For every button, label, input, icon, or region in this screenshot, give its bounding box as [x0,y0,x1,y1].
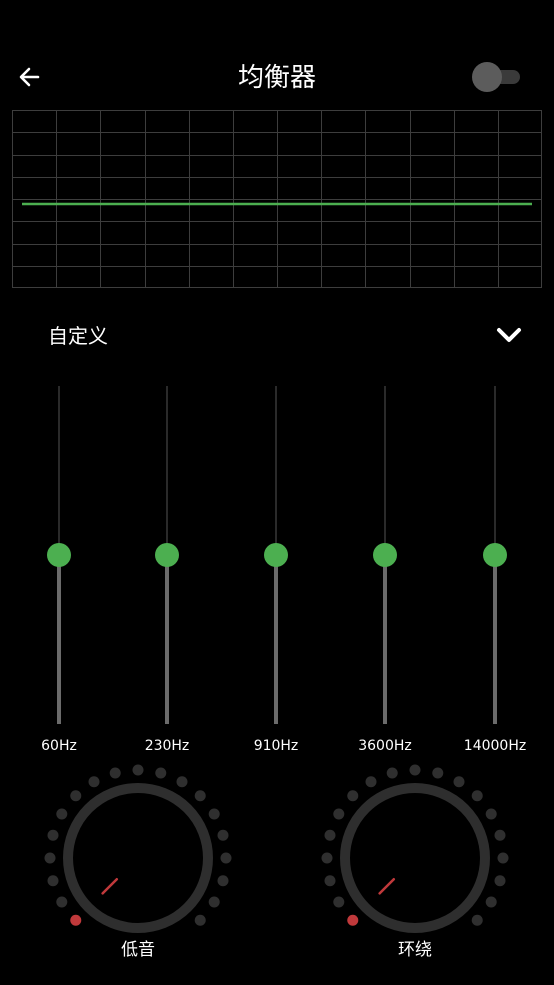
knob-level-dot [485,808,497,820]
knob-level-dot [347,790,359,802]
band-frequency-label: 60Hz [41,738,77,754]
knob-level-dot [365,776,377,788]
band-thumb[interactable] [264,543,288,567]
knob-level-dot [155,767,167,779]
band-thumb[interactable] [483,543,507,567]
knob-level-dot [321,852,333,864]
toggle-knob [472,62,502,92]
knob-level-dot [409,764,421,776]
knob-level-dot [194,790,206,802]
surround-knob[interactable] [315,758,515,958]
band-slider-60hz[interactable]: 60Hz [19,386,99,766]
eq-grid [12,110,542,288]
knob-level-dot [109,767,121,779]
knob-level-dot [494,829,506,841]
band-slider-230hz[interactable]: 230Hz [127,386,207,766]
bass-knob[interactable] [38,758,238,958]
page-title: 均衡器 [237,63,316,93]
knob-level-dot [56,808,68,820]
knob-level-dot [324,829,336,841]
preset-label: 自定义 [48,324,108,348]
band-fill [383,555,387,724]
knob-level-dot [208,896,220,908]
bass-knob-dial [44,764,232,933]
knob-level-dot [432,767,444,779]
band-thumb[interactable] [47,543,71,567]
knob-level-dot [497,852,509,864]
chevron-down-icon [497,328,521,342]
knob-level-dot [324,875,336,887]
bass-knob-ring [63,783,213,933]
knob-level-dot [56,896,68,908]
bass-label: 低音 [121,940,155,960]
eq-response-graph [12,110,542,288]
knob-level-dot [70,790,82,802]
band-thumb[interactable] [155,543,179,567]
band-frequency-label: 3600Hz [358,738,412,754]
knob-level-dot [347,914,359,926]
knob-level-dot [220,852,232,864]
knob-level-dot [132,764,144,776]
knob-level-dot [194,914,206,926]
band-frequency-label: 14000Hz [463,738,527,754]
knob-level-dot [88,776,100,788]
band-fill [165,555,169,724]
band-fill [57,555,61,724]
preset-selector[interactable]: 自定义 [0,310,554,356]
band-slider-3600hz[interactable]: 3600Hz [345,386,425,766]
band-slider-910hz[interactable]: 910Hz [236,386,316,766]
knob-level-dot [70,914,82,926]
knob-level-dot [485,896,497,908]
equalizer-toggle[interactable] [472,62,522,92]
band-fill [493,555,497,724]
surround-knob-dial [321,764,509,933]
band-slider-14000hz[interactable]: 14000Hz [455,386,535,766]
knob-level-dot [47,829,59,841]
band-fill [274,555,278,724]
knob-level-dot [333,808,345,820]
knob-level-dot [471,790,483,802]
preset-dropdown-button[interactable] [494,324,524,346]
knob-level-dot [494,875,506,887]
knob-level-dot [217,875,229,887]
knob-level-dot [386,767,398,779]
knob-level-dot [208,808,220,820]
knob-level-dot [44,852,56,864]
knob-level-dot [47,875,59,887]
surround-label: 环绕 [398,940,432,960]
knob-level-dot [217,829,229,841]
band-frequency-label: 230Hz [144,738,190,754]
knob-level-dot [453,776,465,788]
knob-level-dot [471,914,483,926]
knob-level-dot [176,776,188,788]
band-thumb[interactable] [373,543,397,567]
surround-knob-ring [340,783,490,933]
band-frequency-label: 910Hz [253,738,299,754]
knob-level-dot [333,896,345,908]
